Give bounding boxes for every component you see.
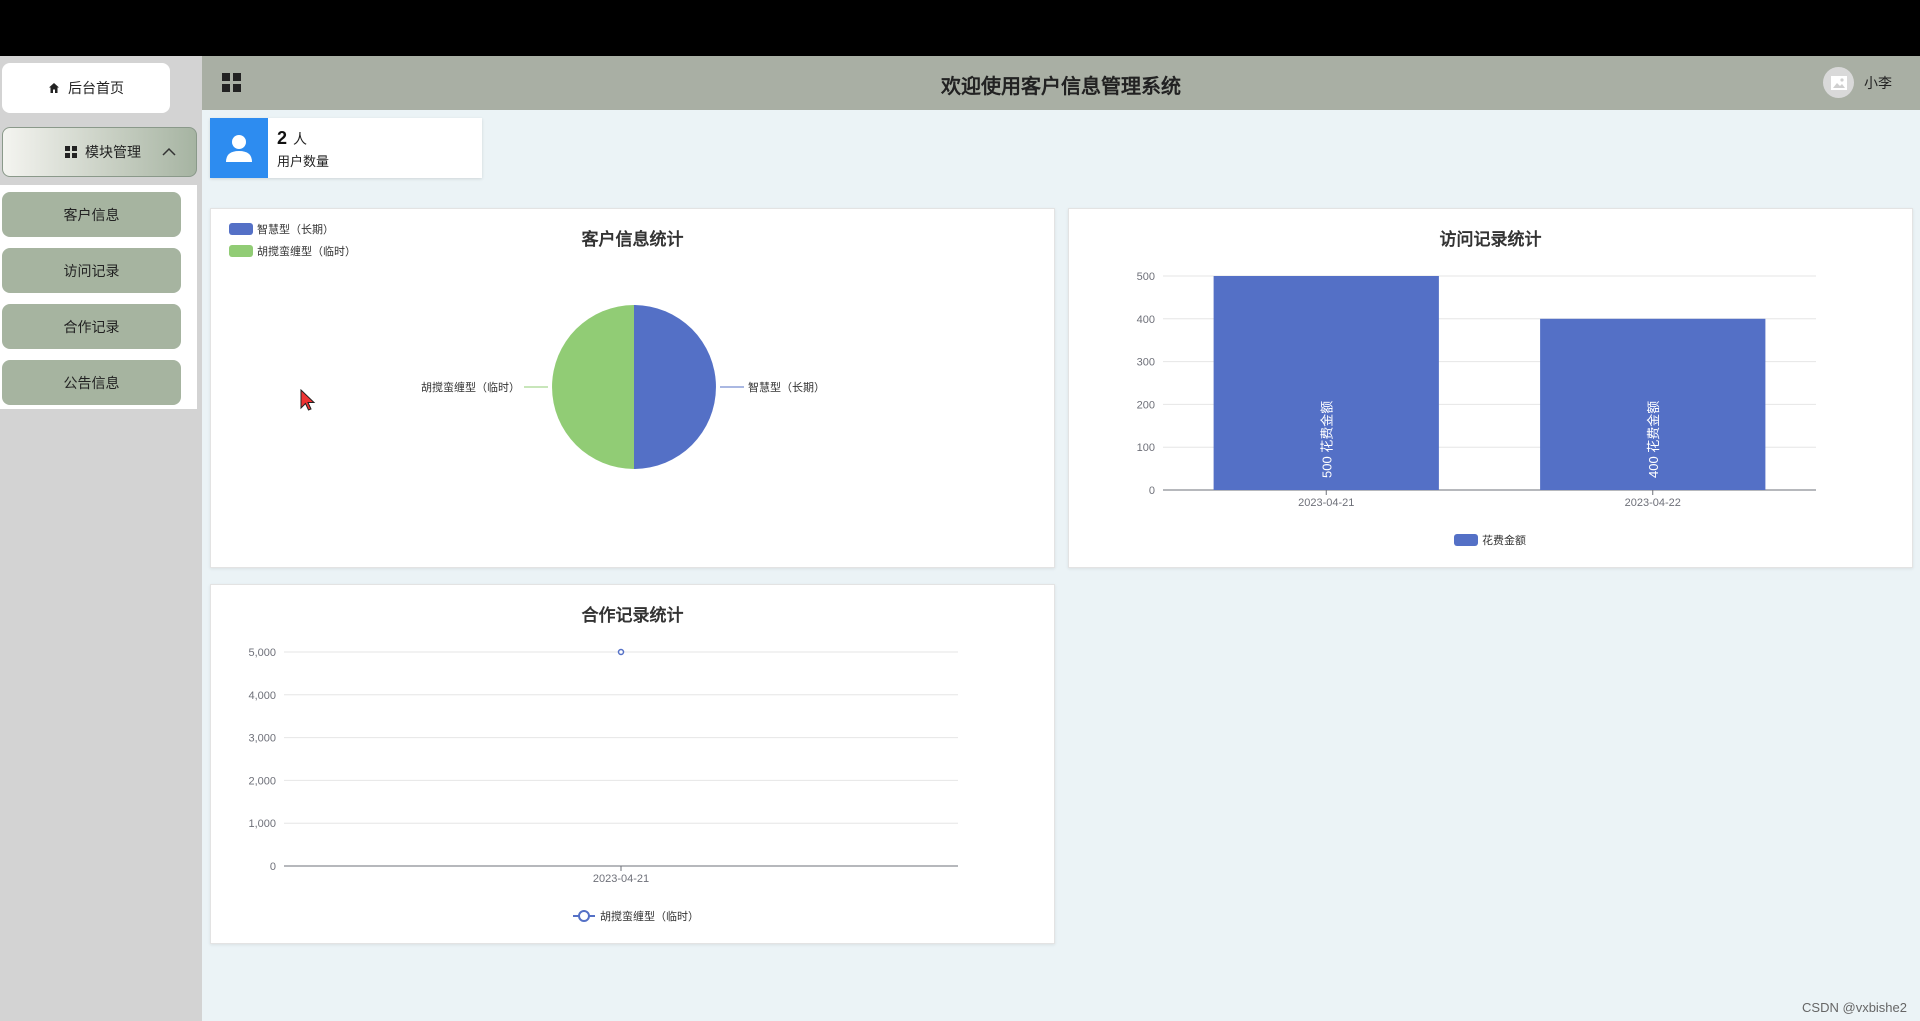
pie-chart: 智慧型（长期） 胡搅蛮缠型（临时） 智慧型（长期） 胡搅蛮缠型（临时） — [229, 222, 825, 469]
sidebar-item-cooperation-records[interactable]: 合作记录 — [2, 304, 181, 349]
x-tick-label: 2023-04-22 — [1625, 497, 1681, 509]
home-icon — [49, 83, 59, 93]
legend-label: 花费金额 — [1482, 533, 1526, 547]
user-count-unit: 人 — [293, 131, 308, 147]
pie-label: 智慧型（长期） — [748, 380, 825, 394]
user-name: 小李 — [1864, 74, 1892, 91]
sidebar-item-customer-info[interactable]: 客户信息 — [2, 192, 181, 237]
module-menu-label: 模块管理 — [85, 144, 141, 160]
y-tick-label: 100 — [1137, 442, 1155, 454]
legend-label: 智慧型（长期） — [257, 222, 334, 236]
legend-marker — [578, 910, 590, 922]
bar-data-label: 500 花费金额 — [1319, 401, 1334, 478]
sidebar-item-label: 客户信息 — [63, 206, 120, 223]
visit-stats-panel: 访问记录统计 0 100 200 300 400 500 2023-04-21 500 花费金… — [1068, 208, 1913, 568]
user-count-value: 2 — [277, 128, 288, 148]
y-tick-label: 300 — [1137, 357, 1155, 369]
sidebar-item-label: 公告信息 — [63, 374, 120, 391]
bar-data-label: 400 花费金额 — [1646, 401, 1661, 478]
y-tick-label: 2,000 — [248, 775, 276, 787]
y-tick-label: 200 — [1137, 399, 1155, 411]
legend-label: 胡搅蛮缠型（临时） — [257, 244, 356, 258]
module-management-menu[interactable]: 模块管理 — [2, 127, 197, 177]
y-tick-label: 0 — [1149, 485, 1155, 497]
line-chart: 0 1,000 2,000 3,000 4,000 5,000 2023-04-21 胡搅蛮缠… — [248, 647, 958, 923]
x-tick-label: 2023-04-21 — [1298, 497, 1354, 509]
cooperation-stats-panel: 合作记录统计 0 1,000 2,000 3,000 4,000 5,000 2023-04… — [210, 584, 1055, 944]
chevron-up-icon — [162, 147, 176, 156]
top-header: 欢迎使用客户信息管理系统 小李 — [202, 56, 1920, 110]
legend-swatch — [229, 223, 253, 235]
legend-swatch — [229, 245, 253, 257]
user-icon-box — [210, 118, 268, 178]
sidebar-item-label: 合作记录 — [63, 318, 120, 335]
y-tick-label: 3,000 — [248, 733, 276, 745]
watermark: CSDN @vxbishe2 — [1802, 1000, 1907, 1015]
user-icon — [226, 135, 252, 162]
y-tick-label: 400 — [1137, 314, 1155, 326]
user-menu[interactable]: 小李 — [1823, 67, 1892, 98]
user-count-card: 2人 用户数量 — [210, 118, 482, 178]
module-submenu: 客户信息 访问记录 合作记录 公告信息 — [0, 185, 197, 409]
x-tick-label: 2023-04-21 — [593, 873, 649, 885]
user-count-label: 用户数量 — [277, 154, 330, 169]
main-content: 2人 用户数量 客户信息统计 智慧型（长期） 胡搅蛮缠型（临时） 智慧型（长期） 胡搅… — [202, 110, 1920, 1021]
image-icon — [1830, 75, 1847, 90]
sidebar-item-announcements[interactable]: 公告信息 — [2, 360, 181, 405]
y-tick-label: 0 — [270, 861, 276, 873]
pie-slice — [634, 305, 716, 469]
sidebar-item-visit-records[interactable]: 访问记录 — [2, 248, 181, 293]
bar-chart: 0 100 200 300 400 500 2023-04-21 500 花费金额 2023-0… — [1137, 271, 1816, 547]
top-black-bar — [0, 0, 1920, 56]
sidebar: 后台首页 模块管理 客户信息 访问记录 合作记录 公告信息 — [0, 56, 202, 1021]
mouse-cursor-icon — [300, 389, 316, 411]
app-title: 欢迎使用客户信息管理系统 — [941, 76, 1181, 98]
grid-icon — [65, 146, 77, 158]
y-tick-label: 1,000 — [248, 818, 276, 830]
y-tick-label: 5,000 — [248, 647, 276, 659]
sidebar-item-label: 访问记录 — [63, 262, 120, 279]
home-button-label: 后台首页 — [68, 80, 124, 96]
pie-label: 胡搅蛮缠型（临时） — [421, 380, 520, 394]
y-tick-label: 4,000 — [248, 690, 276, 702]
legend-swatch — [1454, 534, 1478, 546]
data-point — [617, 648, 625, 656]
pie-slice — [552, 305, 634, 469]
customer-stats-panel: 客户信息统计 智慧型（长期） 胡搅蛮缠型（临时） 智慧型（长期） 胡搅蛮缠型（临时） — [210, 208, 1055, 568]
y-tick-label: 500 — [1137, 271, 1155, 283]
home-button[interactable]: 后台首页 — [2, 63, 170, 113]
legend-label: 胡搅蛮缠型（临时） — [600, 909, 699, 923]
avatar — [1823, 67, 1854, 98]
